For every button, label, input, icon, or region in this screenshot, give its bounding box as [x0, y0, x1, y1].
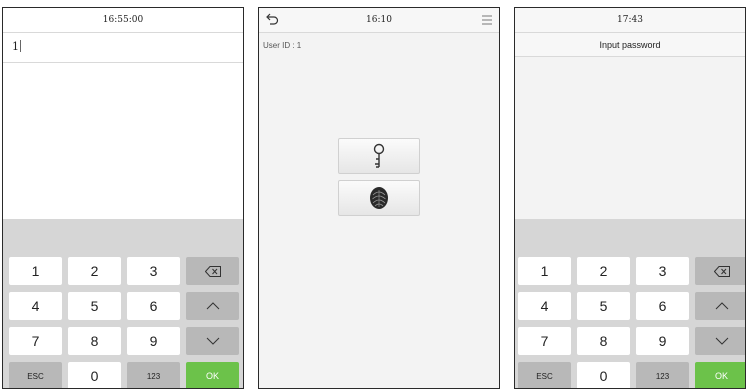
page-title: Input password — [515, 33, 745, 57]
key-5[interactable]: 5 — [68, 292, 121, 320]
key-0[interactable]: 0 — [68, 362, 121, 388]
key-8[interactable]: 8 — [68, 327, 121, 355]
status-bar: 16:10 — [259, 8, 499, 33]
keypad: 1 2 3 4 5 6 7 8 9 ESC 0 123 OK — [3, 219, 243, 388]
ok-button[interactable]: OK — [186, 362, 239, 388]
key-6[interactable]: 6 — [127, 292, 180, 320]
status-time: 16:55:00 — [102, 15, 144, 25]
key-4[interactable]: 4 — [518, 292, 571, 320]
backspace-icon — [713, 265, 730, 277]
key-0[interactable]: 0 — [577, 362, 630, 388]
backspace-button[interactable] — [695, 257, 745, 285]
screen-verify-mode: 16:10 User ID : 1 — [258, 7, 500, 389]
mode-123-button[interactable]: 123 — [127, 362, 180, 388]
menu-icon[interactable] — [481, 14, 493, 26]
screen-numeric-input: 16:55:00 1 1 2 3 4 5 6 7 8 9 ESC 0 123 O… — [2, 7, 244, 389]
fingerprint-verify-button[interactable] — [338, 180, 420, 216]
key-9[interactable]: 9 — [127, 327, 180, 355]
status-bar: 17:43 — [515, 8, 745, 33]
key-1[interactable]: 1 — [518, 257, 571, 285]
esc-button[interactable]: ESC — [518, 362, 571, 388]
status-time: 17:43 — [617, 15, 643, 25]
chevron-up-icon — [206, 302, 219, 310]
ok-button[interactable]: OK — [695, 362, 745, 388]
user-id-label: User ID : 1 — [263, 41, 302, 50]
user-id-input[interactable]: 1 — [3, 33, 243, 63]
screen-input-password: 17:43 Input password 1 2 3 4 5 6 7 8 9 E… — [514, 7, 746, 389]
key-2[interactable]: 2 — [577, 257, 630, 285]
chevron-down-icon — [206, 337, 219, 345]
key-3[interactable]: 3 — [636, 257, 689, 285]
text-caret — [20, 40, 21, 52]
password-verify-button[interactable] — [338, 138, 420, 174]
key-7[interactable]: 7 — [9, 327, 62, 355]
down-button[interactable] — [186, 327, 239, 355]
down-button[interactable] — [695, 327, 745, 355]
back-icon[interactable] — [265, 12, 279, 28]
status-time: 16:10 — [366, 15, 392, 25]
chevron-up-icon — [715, 302, 728, 310]
up-button[interactable] — [186, 292, 239, 320]
up-button[interactable] — [695, 292, 745, 320]
key-8[interactable]: 8 — [577, 327, 630, 355]
chevron-down-icon — [715, 337, 728, 345]
key-3[interactable]: 3 — [127, 257, 180, 285]
key-icon — [373, 143, 385, 168]
status-bar: 16:55:00 — [3, 8, 243, 33]
key-4[interactable]: 4 — [9, 292, 62, 320]
backspace-button[interactable] — [186, 257, 239, 285]
key-1[interactable]: 1 — [9, 257, 62, 285]
key-7[interactable]: 7 — [518, 327, 571, 355]
key-2[interactable]: 2 — [68, 257, 121, 285]
mode-123-button[interactable]: 123 — [636, 362, 689, 388]
backspace-icon — [204, 265, 221, 277]
keypad: 1 2 3 4 5 6 7 8 9 ESC 0 123 OK — [515, 219, 745, 388]
input-value: 1 — [12, 40, 19, 53]
fingerprint-icon — [370, 187, 388, 209]
key-5[interactable]: 5 — [577, 292, 630, 320]
esc-button[interactable]: ESC — [9, 362, 62, 388]
key-6[interactable]: 6 — [636, 292, 689, 320]
key-9[interactable]: 9 — [636, 327, 689, 355]
